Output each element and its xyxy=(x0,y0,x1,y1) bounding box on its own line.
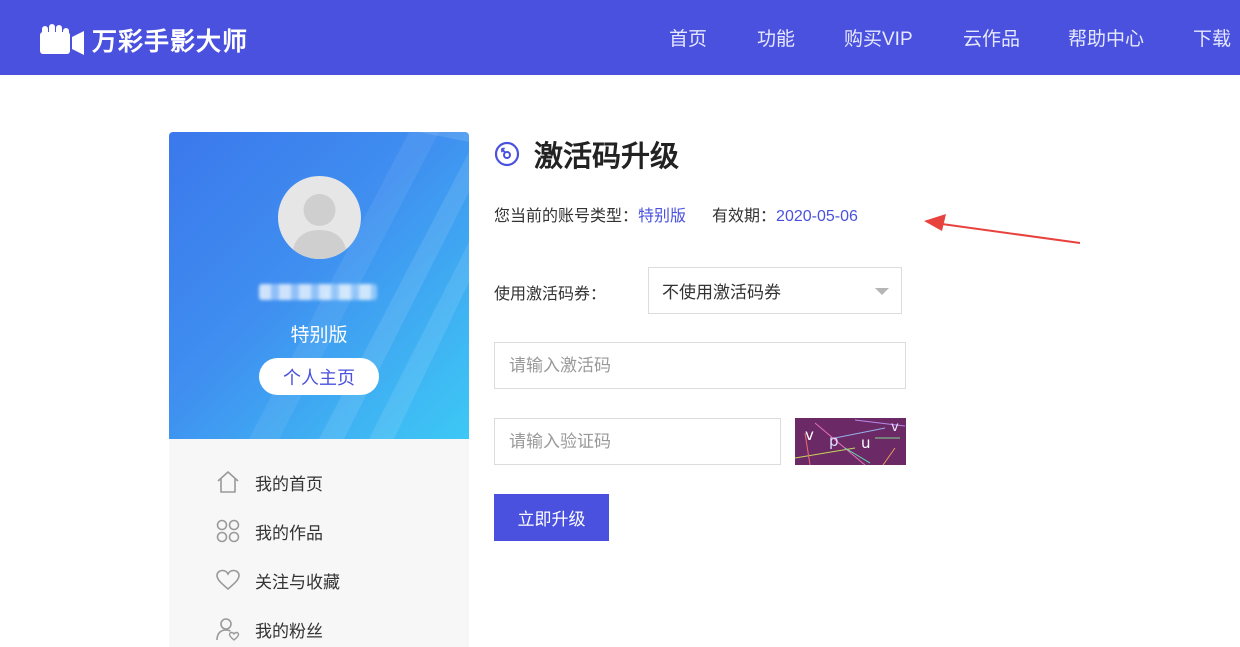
page-title: 激活码升级 xyxy=(534,141,680,173)
captcha-image[interactable]: v p u v xyxy=(795,418,906,465)
sidebar-item-my-works[interactable]: 我的作品 xyxy=(215,516,323,546)
coupon-label: 使用激活码券： xyxy=(494,286,607,303)
expiry-value: 2020-05-06 xyxy=(776,208,858,225)
svg-text:u: u xyxy=(861,434,871,452)
main-nav: 首页 功能 购买VIP 云作品 帮助中心 下载 xyxy=(0,24,1240,54)
key-circle-icon xyxy=(494,141,520,167)
username-blurred xyxy=(259,284,377,300)
avatar[interactable] xyxy=(278,176,361,259)
nav-features[interactable]: 功能 xyxy=(757,24,795,51)
page-title-row: 激活码升级 xyxy=(494,134,679,174)
coupon-select[interactable]: 不使用激活码券 xyxy=(648,267,902,314)
personal-homepage-button[interactable]: 个人主页 xyxy=(259,358,379,395)
account-info: 您当前的账号类型：特别版 有效期：2020-05-06 xyxy=(494,202,858,226)
grid-icon xyxy=(216,519,240,543)
account-type-caption: 您当前的账号类型： xyxy=(494,208,639,225)
chevron-down-icon xyxy=(875,288,889,295)
upgrade-now-button[interactable]: 立即升级 xyxy=(494,494,609,541)
account-type-label: 特别版 xyxy=(290,325,348,346)
sidebar-item-label: 我的粉丝 xyxy=(255,621,323,641)
sidebar-item-label: 我的首页 xyxy=(255,474,323,494)
sidebar-menu: 我的首页 我的作品 关注与收藏 我的粉丝 xyxy=(169,439,469,647)
sidebar-item-my-fans[interactable]: 我的粉丝 xyxy=(215,614,323,644)
top-bar: 万彩手影大师 首页 功能 购买VIP 云作品 帮助中心 下载 xyxy=(0,0,1240,75)
user-silhouette-icon xyxy=(292,194,347,259)
heart-icon xyxy=(216,569,240,591)
sidebar-item-label: 关注与收藏 xyxy=(255,572,340,592)
expiry-caption: 有效期： xyxy=(712,208,777,225)
account-type-value: 特别版 xyxy=(638,208,687,225)
verification-code-input[interactable] xyxy=(494,418,781,465)
annotation-arrow xyxy=(924,214,1081,244)
coupon-selected-value: 不使用激活码券 xyxy=(662,283,781,302)
nav-cloud-works[interactable]: 云作品 xyxy=(963,24,1020,51)
sidebar-item-my-home[interactable]: 我的首页 xyxy=(215,467,323,497)
nav-home[interactable]: 首页 xyxy=(669,24,707,51)
nav-buy-vip[interactable]: 购买VIP xyxy=(844,24,913,51)
svg-text:p: p xyxy=(829,432,839,450)
nav-download[interactable]: 下载 xyxy=(1193,24,1231,51)
svg-text:v: v xyxy=(805,426,814,444)
sidebar-item-label: 我的作品 xyxy=(255,523,323,543)
captcha-graphic: v p u v xyxy=(795,419,906,465)
sidebar-item-follow-favorites[interactable]: 关注与收藏 xyxy=(215,565,340,595)
home-icon xyxy=(217,471,239,493)
fans-icon xyxy=(216,618,240,641)
activation-code-input[interactable] xyxy=(494,342,906,389)
nav-help-center[interactable]: 帮助中心 xyxy=(1068,24,1144,51)
profile-card: 特别版 个人主页 xyxy=(169,132,469,439)
svg-text:v: v xyxy=(891,420,899,435)
